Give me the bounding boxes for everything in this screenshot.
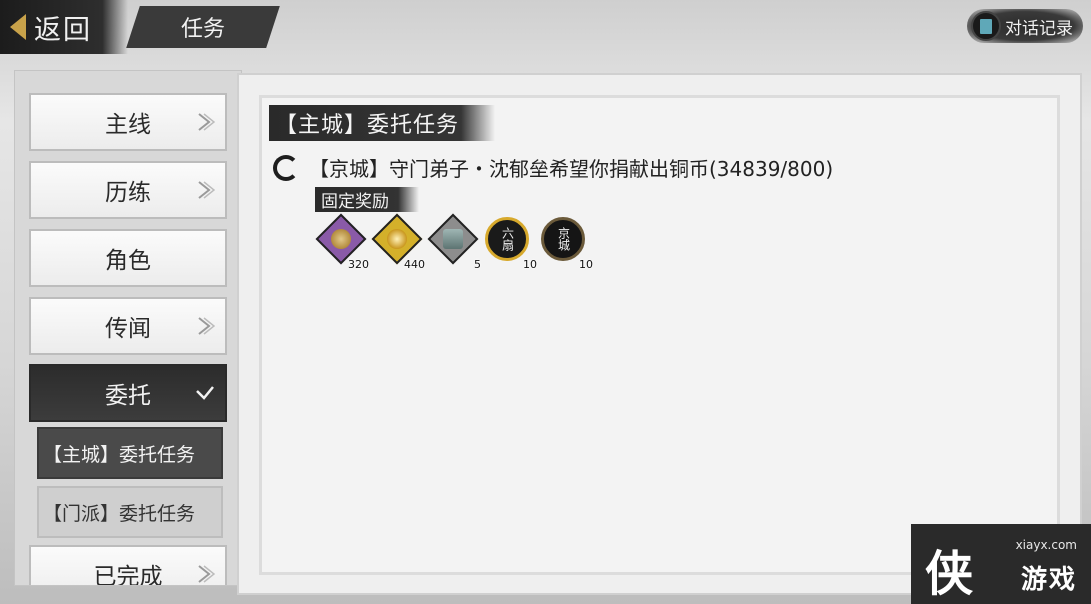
capital-badge-icon: 京城 xyxy=(541,217,585,261)
top-bar: 返回 任务 对话记录 xyxy=(0,0,1091,60)
six-doors-badge-icon: 六扇 xyxy=(485,217,529,261)
checkmark-icon xyxy=(196,386,214,400)
sidebar-item-label: 历练 xyxy=(105,180,151,206)
sidebar-item-rumor[interactable]: 传闻 xyxy=(29,297,227,355)
chevron-right-icon xyxy=(198,565,215,583)
chevron-right-icon xyxy=(198,113,215,131)
task-detail-panel: 【主城】委托任务 【京城】守门弟子・沈郁垒希望你捐献出铜币(34839/800)… xyxy=(237,73,1082,595)
task-category-sidebar: 主线 历练 角色 传闻 委托 【主城】委托任务 【门派】委托任务 已完成 xyxy=(14,70,242,586)
subitem-sect-commission[interactable]: 【门派】委托任务 xyxy=(37,486,223,538)
sidebar-item-training[interactable]: 历练 xyxy=(29,161,227,219)
chevron-right-icon xyxy=(198,317,215,335)
sidebar-item-label: 传闻 xyxy=(105,316,151,342)
sidebar-item-main[interactable]: 主线 xyxy=(29,93,227,151)
reward-item[interactable]: 440 xyxy=(371,213,425,271)
section-title: 【主城】委托任务 xyxy=(269,105,496,141)
badge-label: 六扇 xyxy=(500,227,515,251)
reward-item[interactable]: 六扇 10 xyxy=(483,215,537,271)
back-chevron-icon xyxy=(10,14,26,40)
badge-label: 京城 xyxy=(556,227,571,251)
reward-header: 固定奖励 xyxy=(315,187,419,212)
watermark-text: 游戏 xyxy=(1020,565,1077,595)
page-title: 任务 xyxy=(180,17,225,42)
site-watermark: 侠 xiayx.com 游戏 xyxy=(911,524,1091,604)
subitem-main-city-commission[interactable]: 【主城】委托任务 xyxy=(37,427,223,479)
reward-quantity: 440 xyxy=(404,258,425,271)
book-icon xyxy=(971,11,1001,41)
bronze-vessel-icon xyxy=(427,213,479,265)
gold-medal-icon xyxy=(371,213,423,265)
reward-quantity: 5 xyxy=(474,258,481,271)
reward-item[interactable]: 320 xyxy=(315,213,369,271)
sidebar-item-label: 主线 xyxy=(105,112,151,138)
watermark-url: xiayx.com xyxy=(1015,538,1077,552)
sidebar-item-label: 角色 xyxy=(105,248,151,274)
copper-coin-icon xyxy=(315,213,367,265)
dialog-record-button[interactable]: 对话记录 xyxy=(967,9,1083,43)
back-button[interactable]: 返回 xyxy=(0,0,128,54)
reward-quantity: 10 xyxy=(523,258,537,271)
sidebar-item-commission[interactable]: 委托 xyxy=(29,364,227,422)
sidebar-item-character[interactable]: 角色 xyxy=(29,229,227,287)
sidebar-item-label: 委托 xyxy=(105,383,151,409)
reward-quantity: 320 xyxy=(348,258,369,271)
reward-item[interactable]: 京城 10 xyxy=(539,215,593,271)
reward-item[interactable]: 5 xyxy=(427,213,481,271)
sidebar-item-completed[interactable]: 已完成 xyxy=(29,545,227,586)
dialog-record-label: 对话记录 xyxy=(1005,18,1073,39)
sidebar-item-label: 已完成 xyxy=(93,564,163,586)
task-description: 【京城】守门弟子・沈郁垒希望你捐献出铜币(34839/800) xyxy=(309,157,834,181)
task-row[interactable]: 【京城】守门弟子・沈郁垒希望你捐献出铜币(34839/800) xyxy=(273,153,833,182)
reward-quantity: 10 xyxy=(579,258,593,271)
watermark-logo-char: 侠 xyxy=(925,546,974,602)
in-progress-icon xyxy=(273,154,299,181)
chevron-right-icon xyxy=(198,181,215,199)
back-label: 返回 xyxy=(34,14,92,46)
